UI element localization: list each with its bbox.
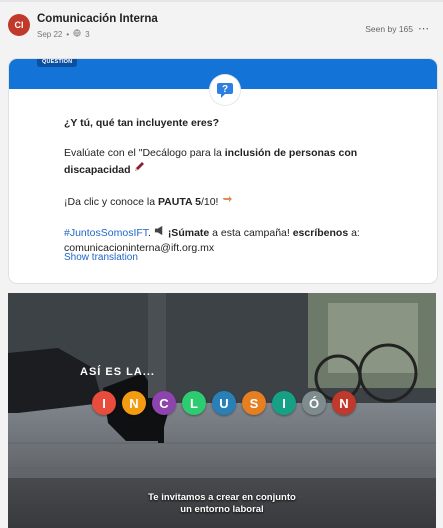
question-content: ¿Y tú, qué tan incluyente eres? Evalúate… [64,116,394,271]
seen-by-label: Seen by 165 [365,23,413,34]
question-badge: QUESTION [37,59,78,67]
inclusion-letter: L [182,391,206,415]
inclusion-letter: U [212,391,236,415]
question-paragraph-pauta: ¡Da clic y conoce la PAUTA 5/10! [64,193,394,210]
globe-icon [73,29,81,39]
inclusion-letter: C [152,391,176,415]
post-header: CI Comunicación Interna Sep 22 • 3 Seen … [0,2,443,50]
question-paragraph-decalogo: Evalúate con el "Decálogo para la inclus… [64,147,358,176]
meta-separator: • [66,29,70,39]
megaphone-icon [154,225,168,239]
inclusion-letter: I [92,391,116,415]
hashtag-link[interactable]: #JuntosSomosIFT [64,227,148,239]
question-title: ¿Y tú, qué tan incluyente eres? [64,117,220,129]
inclusion-letter: Ó [302,391,326,415]
video-overlay-title: ASÍ ES LA... [80,366,155,378]
caption-line-2: un entorno laboral [180,504,264,515]
inclusion-letter: N [122,391,146,415]
inclusion-letter: N [332,391,356,415]
more-options-icon[interactable]: ⋯ [418,22,429,35]
video-player[interactable]: ASÍ ES LA... INCLUSIÓN Te invitamos a cr… [8,293,436,528]
post-meta: Sep 22 • 3 [37,29,90,39]
question-card: QUESTION ? ¿Y tú, qué tan incluyente ere… [8,58,438,284]
video-caption: Te invitamos a crear en conjunto un ento… [8,492,436,516]
seen-by[interactable]: Seen by 165 ⋯ [365,22,429,35]
inclusion-letter: S [242,391,266,415]
inclusion-letters: INCLUSIÓN [92,391,356,415]
author-name[interactable]: Comunicación Interna [37,13,158,25]
scope-count: 3 [85,29,90,39]
svg-text:?: ? [222,84,228,95]
post-date: Sep 22 [37,29,63,39]
show-translation-link[interactable]: Show translation [64,252,138,263]
question-bubble-icon: ? [210,75,240,105]
caption-line-1: Te invitamos a crear en conjunto [148,492,296,503]
inclusion-letter: I [272,391,296,415]
pointing-hand-icon [221,196,233,208]
author-avatar[interactable]: CI [8,14,30,36]
pencil-icon [133,162,145,176]
